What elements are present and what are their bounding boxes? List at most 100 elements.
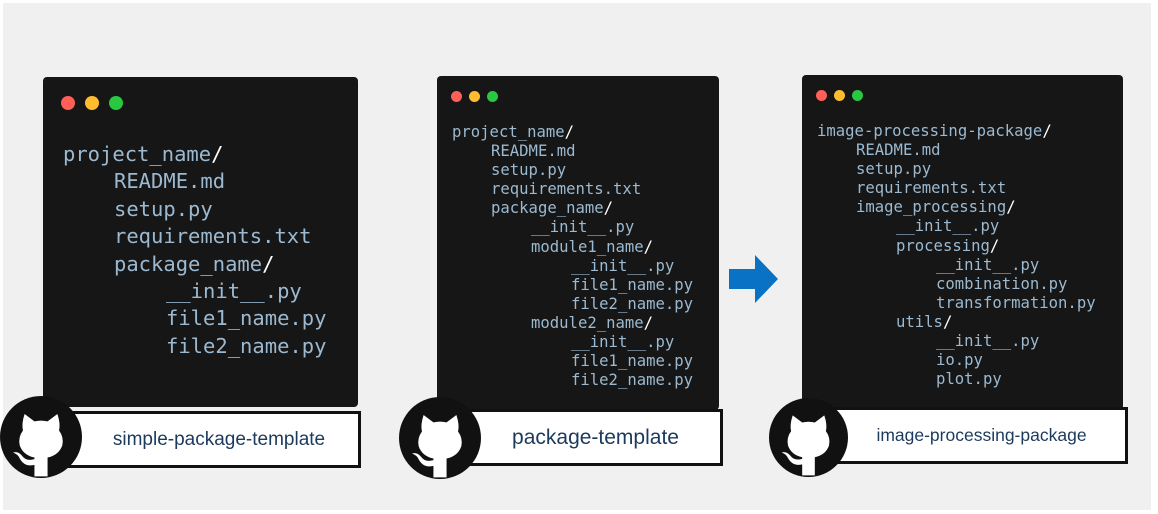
minimize-dot-icon — [834, 90, 845, 101]
repo-link-simple-package-template[interactable]: simple-package-template — [65, 411, 361, 468]
window-controls — [816, 90, 870, 101]
github-octocat-icon[interactable] — [399, 397, 481, 479]
tree-entry-name: file1_name.py — [166, 306, 327, 331]
minimize-dot-icon — [85, 96, 99, 110]
tree-entry-name: file1_name.py — [571, 352, 694, 371]
tree-entry: project_name/ — [63, 141, 326, 168]
tree-entry-name: setup.py — [114, 196, 213, 221]
tree-entry-name: file2_name.py — [166, 333, 327, 358]
tree-entry: file1_name.py — [452, 276, 693, 295]
tree-entry-name: module2_name — [531, 313, 644, 332]
tree-entry-name: project_name — [63, 142, 212, 166]
tree-entry: combination.py — [817, 275, 1096, 294]
tree-entry-name: file1_name.py — [571, 275, 694, 294]
tree-entry: __init__.py — [63, 278, 326, 305]
tree-entry: file1_name.py — [452, 352, 693, 371]
tree-entry-name: plot.py — [936, 370, 1002, 389]
tree-entry: setup.py — [452, 161, 693, 180]
directory-slash: / — [564, 123, 575, 141]
tree-entry: __init__.py — [817, 217, 1096, 236]
tree-entry-name: file2_name.py — [571, 294, 694, 313]
tree-entry: __init__.py — [452, 218, 693, 237]
tree-entry: project_name/ — [452, 123, 693, 142]
directory-slash: / — [1006, 198, 1016, 217]
tree-entry: file2_name.py — [452, 295, 693, 314]
window-controls — [61, 96, 133, 110]
tree-entry: file2_name.py — [452, 371, 693, 390]
tree-entry: requirements.txt — [452, 180, 693, 199]
terminal-window-image-processing: image-processing-package/README.md setup.… — [802, 75, 1123, 410]
terminal-window-simple-package: project_name/README.md setup.py requiremen… — [43, 77, 358, 407]
window-controls — [451, 91, 505, 102]
file-tree: project_name/README.md setup.py requiremen… — [63, 141, 326, 360]
tree-entry: package_name/ — [63, 251, 326, 278]
tree-entry: setup.py — [817, 160, 1096, 179]
tree-entry-name: file2_name.py — [571, 371, 694, 390]
tree-entry: io.py — [817, 351, 1096, 370]
maximize-dot-icon — [487, 91, 498, 102]
tree-entry-name: processing — [896, 236, 990, 255]
tree-entry-name: README.md — [856, 141, 941, 160]
directory-slash: / — [989, 236, 1000, 255]
tree-entry-name: image-processing-package — [817, 122, 1043, 140]
tree-entry-name: __init__.py — [166, 279, 302, 304]
tree-entry: file2_name.py — [63, 333, 326, 360]
tree-entry: image_processing/ — [817, 198, 1096, 217]
tree-entry: module2_name/ — [452, 314, 693, 333]
tree-entry-name: requirements.txt — [856, 179, 1007, 198]
maximize-dot-icon — [109, 96, 123, 110]
tree-entry: README.md — [63, 168, 326, 195]
tree-entry: processing/ — [817, 237, 1096, 256]
maximize-dot-icon — [852, 90, 863, 101]
repo-name: package-template — [512, 425, 679, 449]
tree-entry-name: setup.py — [491, 161, 567, 180]
tree-entry: README.md — [452, 142, 693, 161]
directory-slash: / — [942, 312, 953, 331]
tree-entry-name: __init__.py — [936, 255, 1040, 274]
tree-entry-name: io.py — [936, 351, 983, 370]
close-dot-icon — [451, 91, 462, 102]
tree-entry: utils/ — [817, 313, 1096, 332]
tree-entry: setup.py — [63, 196, 326, 223]
terminal-window-package-template: project_name/README.md setup.py requiremen… — [437, 76, 719, 410]
tree-entry-name: module1_name — [531, 237, 644, 256]
tree-entry-name: image_processing — [856, 198, 1007, 217]
tree-entry-name: __init__.py — [571, 333, 675, 352]
directory-slash: / — [643, 313, 654, 332]
tree-entry: __init__.py — [817, 256, 1096, 275]
tree-entry-name: __init__.py — [936, 332, 1040, 351]
tree-entry: requirements.txt — [63, 223, 326, 250]
tree-entry: requirements.txt — [817, 179, 1096, 198]
minimize-dot-icon — [469, 91, 480, 102]
tree-entry: image-processing-package/ — [817, 122, 1096, 141]
tree-entry-name: __init__.py — [896, 217, 1000, 236]
directory-slash: / — [643, 237, 654, 256]
file-tree: image-processing-package/README.md setup.… — [817, 122, 1096, 389]
directory-slash: / — [262, 251, 275, 276]
directory-slash: / — [1042, 122, 1052, 140]
tree-entry-name: README.md — [114, 169, 226, 194]
tree-entry-name: setup.py — [856, 160, 932, 179]
tree-entry-name: requirements.txt — [491, 180, 642, 199]
tree-entry-name: package_name — [114, 251, 263, 276]
tree-entry: __init__.py — [817, 332, 1096, 351]
tree-entry-name: requirements.txt — [114, 224, 312, 249]
tree-entry: README.md — [817, 141, 1096, 160]
tree-entry: plot.py — [817, 370, 1096, 389]
right-arrow-icon — [729, 255, 778, 303]
directory-slash: / — [603, 199, 614, 218]
tree-entry-name: __init__.py — [571, 256, 675, 275]
close-dot-icon — [61, 96, 75, 110]
tree-entry: package_name/ — [452, 199, 693, 218]
directory-slash: / — [211, 142, 224, 166]
tree-entry-name: __init__.py — [531, 218, 635, 237]
tree-entry: transformation.py — [817, 294, 1096, 313]
github-octocat-icon[interactable] — [769, 398, 848, 477]
tree-entry: __init__.py — [452, 333, 693, 352]
github-octocat-icon[interactable] — [0, 396, 82, 478]
repo-link-package-template[interactable]: package-template — [458, 409, 723, 466]
close-dot-icon — [816, 90, 827, 101]
repo-name: image-processing-package — [876, 425, 1087, 445]
tree-entry-name: transformation.py — [936, 293, 1096, 312]
repo-link-image-processing-package[interactable]: image-processing-package — [833, 407, 1128, 464]
